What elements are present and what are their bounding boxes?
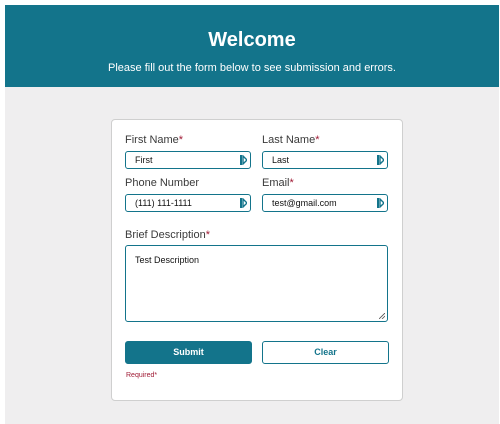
description-value: Test Description <box>135 255 200 265</box>
keyboard-autofill-icon[interactable] <box>240 198 247 208</box>
first-name-input[interactable]: First <box>125 151 251 169</box>
form-card: First Name* First Last Name* Last Phone … <box>111 119 403 401</box>
keyboard-autofill-icon[interactable] <box>377 198 384 208</box>
phone-value: (111) 111-1111 <box>135 198 192 208</box>
clear-button[interactable]: Clear <box>262 341 389 364</box>
keyboard-autofill-icon[interactable] <box>377 155 384 165</box>
header-banner: Welcome Please fill out the form below t… <box>5 5 499 87</box>
required-note: Required* <box>126 372 158 379</box>
required-asterisk: * <box>178 134 184 146</box>
required-asterisk: * <box>315 134 320 146</box>
first-name-value: First <box>135 155 153 165</box>
page: Welcome Please fill out the form below t… <box>5 5 499 424</box>
last-name-value: Last <box>272 155 290 165</box>
last-name-input[interactable]: Last <box>262 151 388 169</box>
description-textarea[interactable]: Test Description <box>125 245 388 322</box>
email-input[interactable]: test@gmail.com <box>262 194 388 212</box>
required-asterisk: * <box>289 177 294 189</box>
phone-label: Phone Number <box>125 177 199 189</box>
description-label: Brief Description* <box>125 229 210 241</box>
phone-group: Phone Number (111) 111-1111 <box>125 177 251 213</box>
last-name-group: Last Name* Last <box>262 134 388 170</box>
page-subtitle: Please fill out the form below to see su… <box>108 62 396 74</box>
email-label: Email* <box>262 177 294 189</box>
keyboard-autofill-icon[interactable] <box>240 155 247 165</box>
submit-button[interactable]: Submit <box>125 341 252 364</box>
email-group: Email* test@gmail.com <box>262 177 388 213</box>
required-asterisk: * <box>205 229 210 241</box>
email-value: test@gmail.com <box>272 198 337 208</box>
phone-input[interactable]: (111) 111-1111 <box>125 194 251 212</box>
first-name-group: First Name* First <box>125 134 251 170</box>
page-title: Welcome <box>208 29 296 51</box>
first-name-label: First Name* <box>125 134 184 146</box>
resize-handle-icon[interactable] <box>379 313 385 319</box>
last-name-label: Last Name* <box>262 134 320 146</box>
description-group: Brief Description* Test Description <box>125 229 388 323</box>
